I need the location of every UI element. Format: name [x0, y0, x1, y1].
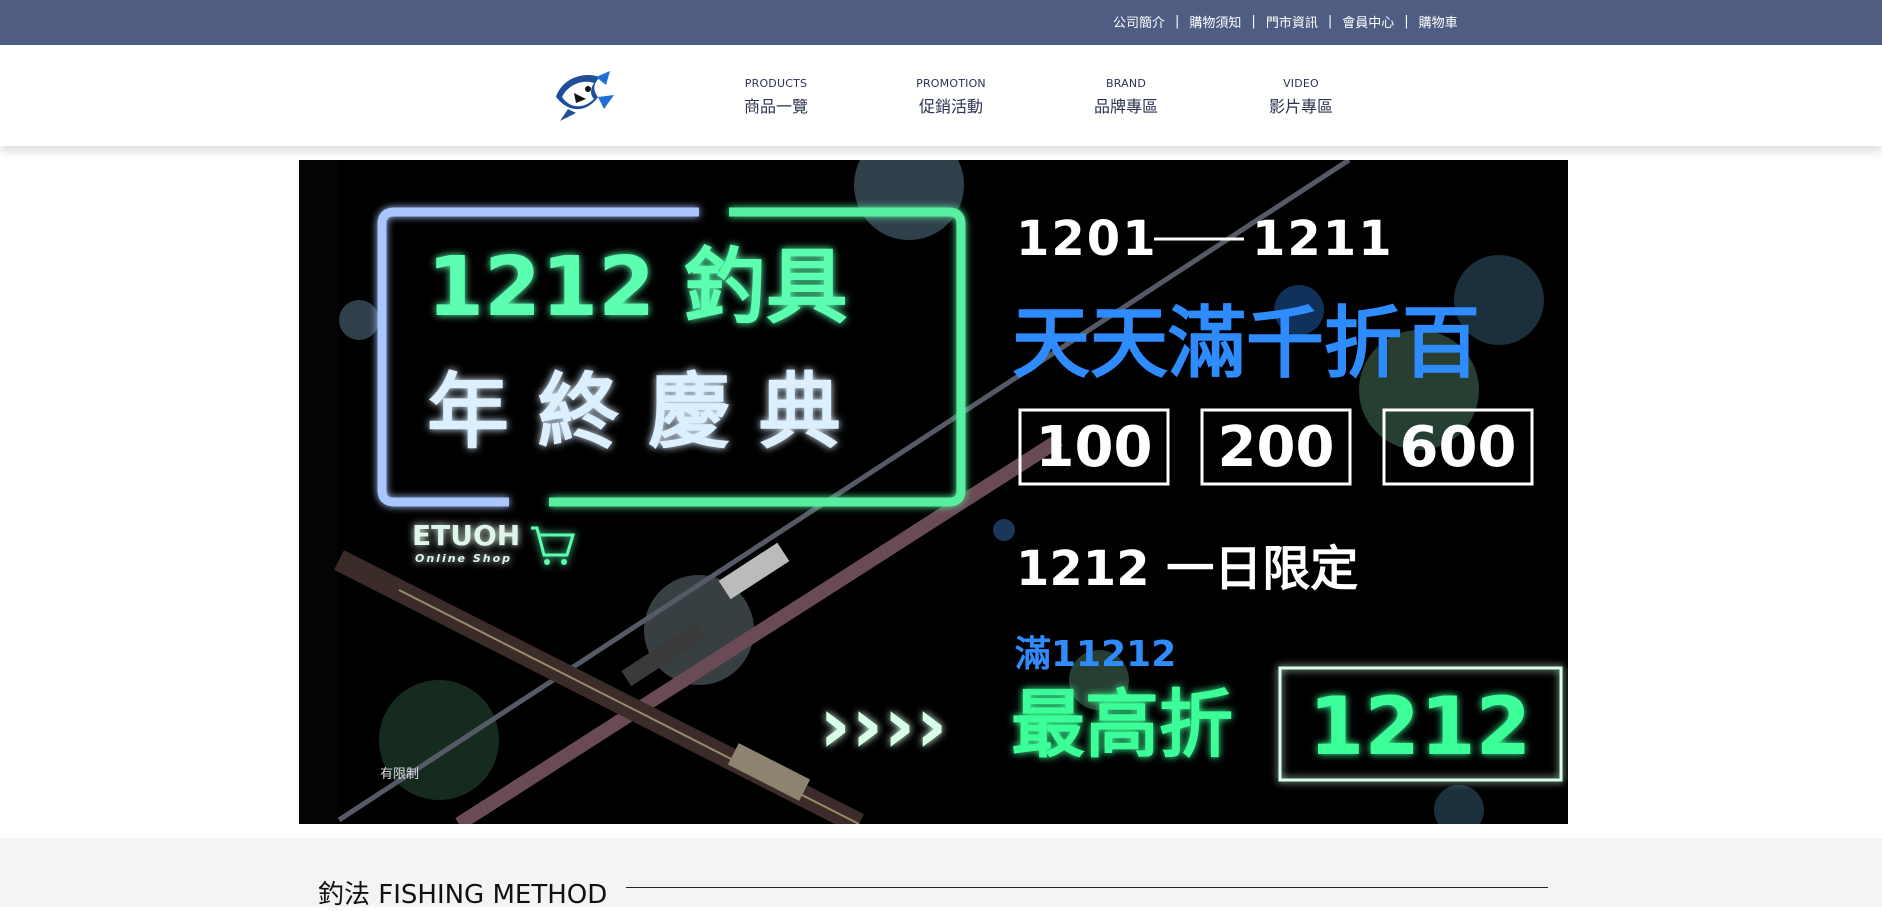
disclaimer-text: 有限制	[380, 767, 419, 782]
nav-video-en: VIDEO	[1283, 77, 1319, 90]
top-link-separator: |	[1327, 13, 1333, 29]
top-link-shopping-guide[interactable]: 購物須知	[1189, 12, 1241, 31]
discount-boxes: 100 200 600	[1018, 408, 1534, 486]
section-title-divider	[626, 887, 1548, 888]
shop-name: ETUOH	[412, 519, 520, 552]
headline-line2: 年 終 慶 典	[427, 365, 841, 460]
max-discount-label: 最高折	[1011, 682, 1233, 768]
arrow-chevrons: ››››	[819, 681, 948, 771]
nav-brand[interactable]: BRAND 品牌專區	[1066, 77, 1186, 117]
nav-products-zh: 商品一覽	[743, 97, 808, 116]
nav-video[interactable]: VIDEO 影片專區	[1241, 77, 1361, 117]
section-title: 釣法 FISHING METHOD	[318, 880, 608, 910]
banner-left-strip	[299, 160, 337, 824]
nav-brand-zh: 品牌專區	[1093, 97, 1158, 116]
top-link-company[interactable]: 公司簡介	[1113, 12, 1165, 31]
nav-video-zh: 影片專區	[1268, 97, 1333, 116]
cart-icon	[531, 526, 576, 565]
discount-value-1: 100	[1036, 415, 1153, 480]
date-range-start: 1201	[1016, 211, 1158, 267]
nav-promotion[interactable]: PROMOTION 促銷活動	[891, 77, 1011, 117]
main-header: PRODUCTS 商品一覽 PROMOTION 促銷活動 BRAND 品牌專區 …	[0, 45, 1882, 146]
top-links: 公司簡介 | 購物須知 | 門市資訊 | 會員中心 | 購物車	[1113, 0, 1458, 42]
headline-line1: 1212 釣具	[427, 240, 848, 335]
date-range-end: 1211	[1252, 211, 1394, 267]
top-link-separator: |	[1251, 13, 1256, 29]
fishing-method-section: 釣法 FISHING METHOD	[0, 838, 1882, 910]
max-discount-value: 1212	[1309, 680, 1532, 773]
promo-banner[interactable]: 1212 釣具 年 終 慶 典 ETUOH Online Shop 有限制 12…	[299, 160, 1568, 824]
nav-promotion-zh: 促銷活動	[918, 97, 983, 116]
top-link-cart[interactable]: 購物車	[1419, 12, 1458, 31]
threshold-text: 滿11212	[1015, 634, 1176, 675]
top-link-member-center[interactable]: 會員中心	[1342, 12, 1394, 31]
discount-value-3: 600	[1400, 415, 1517, 480]
shop-sub: Online Shop	[415, 552, 512, 565]
daily-offer-text: 天天滿千折百	[1012, 299, 1480, 389]
top-link-separator: |	[1175, 13, 1180, 29]
top-link-separator: |	[1404, 13, 1409, 29]
nav-products-en: PRODUCTS	[744, 77, 808, 90]
nav-products[interactable]: PRODUCTS 商品一覽	[716, 77, 836, 117]
nav-brand-en: BRAND	[1106, 77, 1146, 90]
discount-value-2: 200	[1218, 415, 1335, 480]
fish-logo-icon[interactable]	[548, 67, 618, 125]
top-bar: 公司簡介 | 購物須知 | 門市資訊 | 會員中心 | 購物車	[0, 0, 1882, 45]
top-link-store-info[interactable]: 門市資訊	[1266, 12, 1318, 31]
one-day-title: 1212 一日限定	[1016, 541, 1358, 597]
shop-logo: ETUOH Online Shop	[412, 519, 576, 565]
nav-promotion-en: PROMOTION	[916, 77, 986, 90]
